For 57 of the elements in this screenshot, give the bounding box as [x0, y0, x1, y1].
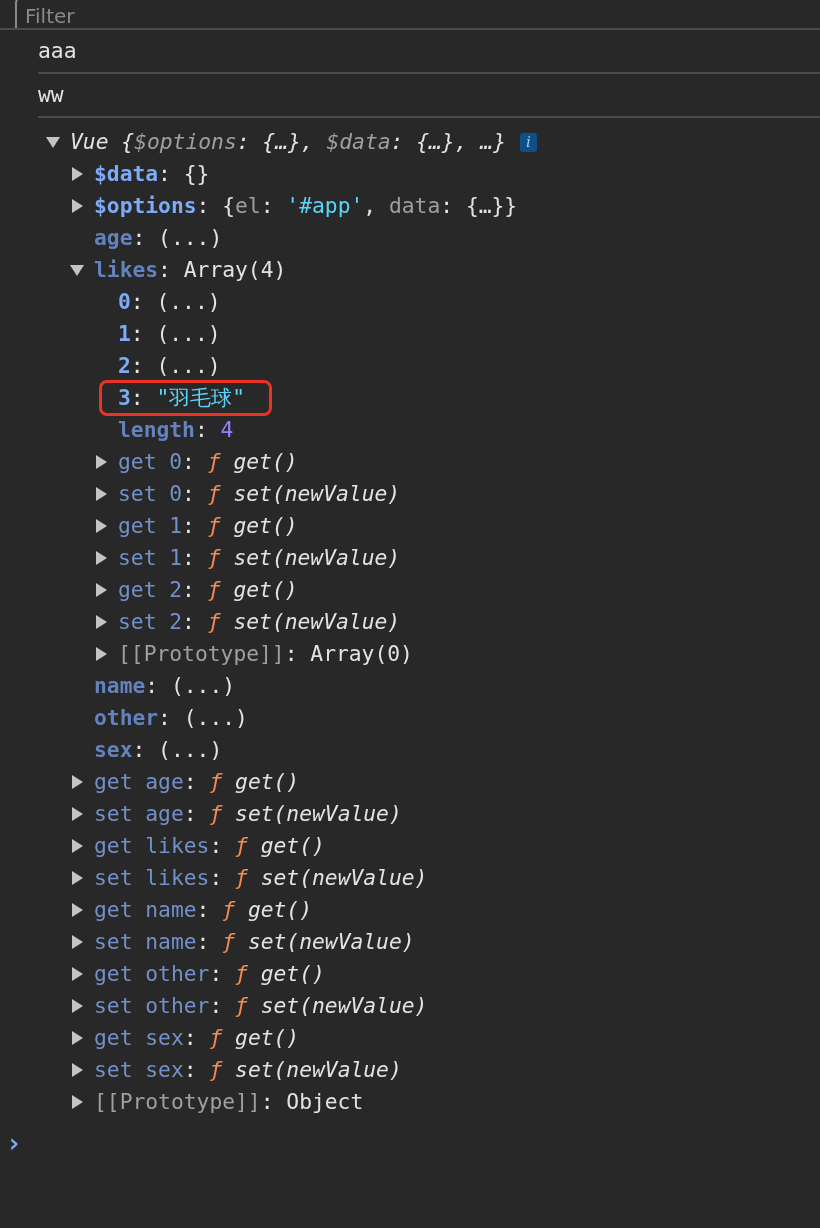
expand-arrow-icon[interactable]: [70, 871, 84, 885]
collapse-arrow-icon[interactable]: [46, 135, 60, 149]
expand-arrow-icon[interactable]: [70, 775, 84, 789]
property-line: set sex: ƒ set(newValue): [94, 1056, 402, 1085]
object-summary: Vue {$options: {…}, $data: {…}, …}: [70, 128, 506, 157]
property-line: sex: (...): [94, 736, 223, 765]
expand-arrow-icon[interactable]: [70, 1095, 84, 1109]
property-line: get 1: ƒ get(): [118, 512, 298, 541]
expand-arrow-icon[interactable]: [70, 1031, 84, 1045]
expand-arrow-icon[interactable]: [94, 647, 108, 661]
log-message: aaa: [38, 37, 77, 66]
property-line: 1: (...): [118, 320, 221, 349]
expand-arrow-icon[interactable]: [94, 455, 108, 469]
property-line: set age: ƒ set(newValue): [94, 800, 402, 829]
info-badge[interactable]: i: [520, 132, 537, 152]
property-line: get other: ƒ get(): [94, 960, 325, 989]
expand-arrow-icon[interactable]: [70, 199, 84, 213]
expand-arrow-icon[interactable]: [70, 999, 84, 1013]
expand-arrow-icon[interactable]: [70, 1063, 84, 1077]
expand-arrow-icon[interactable]: [70, 839, 84, 853]
expand-arrow-icon[interactable]: [70, 935, 84, 949]
expand-arrow-icon[interactable]: [70, 807, 84, 821]
property-line: 2: (...): [118, 352, 221, 381]
expand-arrow-icon[interactable]: [94, 583, 108, 597]
expand-arrow-icon[interactable]: [94, 487, 108, 501]
property-line: name: (...): [94, 672, 236, 701]
expand-arrow-icon[interactable]: [70, 167, 84, 181]
expand-arrow-icon[interactable]: [94, 551, 108, 565]
property-line: set name: ƒ set(newValue): [94, 928, 415, 957]
property-line: other: (...): [94, 704, 248, 733]
property-line: get name: ƒ get(): [94, 896, 312, 925]
property-line: 3: "羽毛球": [118, 384, 246, 413]
property-line: get 0: ƒ get(): [118, 448, 298, 477]
property-line: set 1: ƒ set(newValue): [118, 544, 401, 573]
property-line: likes: Array(4): [94, 256, 287, 285]
property-line: set 2: ƒ set(newValue): [118, 608, 401, 637]
property-line: set likes: ƒ set(newValue): [94, 864, 428, 893]
property-line: get likes: ƒ get(): [94, 832, 325, 861]
property-line: [[Prototype]]: Object: [94, 1088, 364, 1117]
log-message: ww: [38, 81, 64, 110]
expand-arrow-icon[interactable]: [94, 519, 108, 533]
expand-arrow-icon[interactable]: [70, 967, 84, 981]
property-line: age: (...): [94, 224, 223, 253]
property-line: $data: {}: [94, 160, 210, 189]
property-line: [[Prototype]]: Array(0): [118, 640, 413, 669]
property-line: length: 4: [118, 416, 234, 445]
property-line: get age: ƒ get(): [94, 768, 300, 797]
expand-arrow-icon[interactable]: [70, 903, 84, 917]
collapse-arrow-icon[interactable]: [70, 263, 84, 277]
property-line: get sex: ƒ get(): [94, 1024, 300, 1053]
property-line: 0: (...): [118, 288, 221, 317]
expand-arrow-icon[interactable]: [94, 615, 108, 629]
property-line: $options: {el: '#app', data: {…}}: [94, 192, 518, 221]
property-line: set 0: ƒ set(newValue): [118, 480, 401, 509]
prompt-caret[interactable]: ›: [6, 1130, 820, 1156]
property-line: set other: ƒ set(newValue): [94, 992, 428, 1021]
property-line: get 2: ƒ get(): [118, 576, 298, 605]
